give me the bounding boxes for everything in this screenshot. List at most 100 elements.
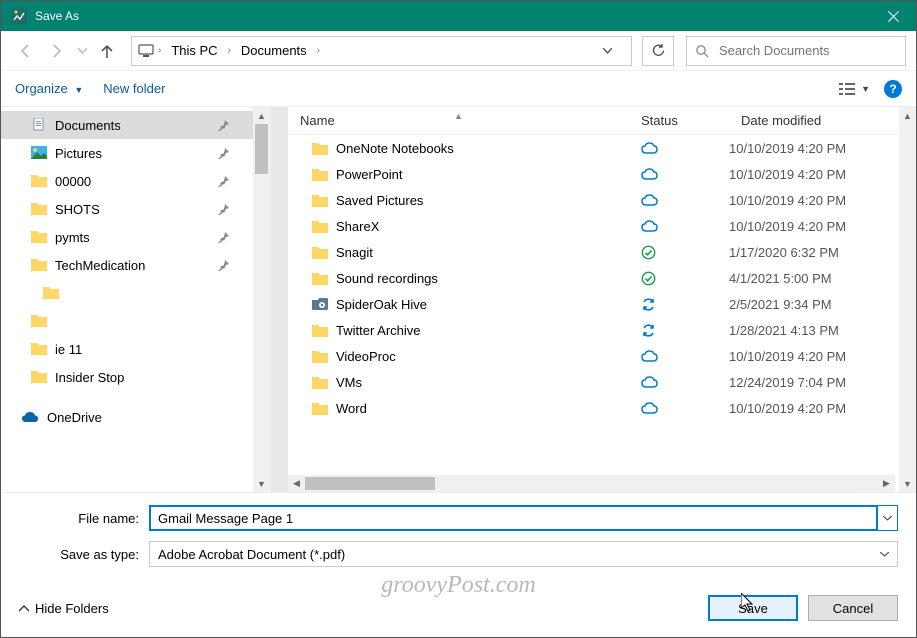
file-name: Snagit [336,245,373,260]
up-button[interactable] [93,37,121,65]
file-name: SpiderOak Hive [336,297,427,312]
col-name[interactable]: ▲ Name [288,113,629,128]
sidebar-item[interactable] [1,279,253,307]
date-modified: 10/10/2019 4:20 PM [729,167,899,182]
pin-icon [218,232,229,243]
table-row[interactable]: SpiderOak Hive 2/5/2021 9:34 PM [288,291,899,317]
sidebar-scrollbar[interactable]: ▲ ▼ [253,107,270,492]
sidebar-item[interactable]: TechMedication [1,251,253,279]
sidebar-item-onedrive[interactable]: OneDrive [1,403,253,431]
table-row[interactable]: Saved Pictures 10/10/2019 4:20 PM [288,187,899,213]
cancel-button[interactable]: Cancel [808,595,898,621]
date-modified: 1/17/2020 6:32 PM [729,245,899,260]
sidebar-item-label: Documents [55,118,121,133]
col-status[interactable]: Status [629,113,729,128]
sidebar-item[interactable]: 00000 [1,167,253,195]
pictures-icon [31,146,47,160]
folder-icon [312,350,328,363]
sidebar-item[interactable]: ie 11 [1,335,253,363]
scroll-right-icon[interactable]: ▶ [878,475,895,492]
date-modified: 10/10/2019 4:20 PM [729,193,899,208]
chevron-right-icon: › [228,45,231,56]
file-name-label: File name: [19,511,149,526]
file-name: VMs [336,375,362,390]
sort-indicator-icon: ▲ [454,111,463,121]
hide-folders-button[interactable]: Hide Folders [19,601,109,616]
table-row[interactable]: VMs12/24/2019 7:04 PM [288,369,899,395]
folder-icon [31,174,47,188]
save-as-type-select[interactable]: Adobe Acrobat Document (*.pdf) [149,541,898,567]
nav-bar: › This PC › Documents › [1,31,916,71]
file-name-dropdown[interactable] [878,505,898,531]
forward-button[interactable] [43,37,71,65]
sidebar-item-label: TechMedication [55,258,145,273]
sidebar-item-label: 00000 [55,174,91,189]
sidebar-item[interactable] [1,307,253,335]
table-row[interactable]: Snagit 1/17/2020 6:32 PM [288,239,899,265]
folder-icon [312,246,328,259]
refresh-button[interactable] [642,36,674,66]
address-dropdown[interactable] [603,48,625,54]
search-input[interactable] [717,42,897,59]
content-area: Documents Pictures 00000 SHOTS pymts TechMedi… [1,107,916,492]
breadcrumb-this-pc[interactable]: This PC [165,41,223,60]
sidebar-item[interactable]: Pictures [1,139,253,167]
h-scrollbar[interactable]: ◀ ▶ [288,475,895,492]
table-row[interactable]: PowerPoint10/10/2019 4:20 PM [288,161,899,187]
date-modified: 2/5/2021 9:34 PM [729,297,899,312]
scroll-left-icon[interactable]: ◀ [288,475,305,492]
sidebar-item[interactable]: pymts [1,223,253,251]
table-row[interactable]: Word10/10/2019 4:20 PM [288,395,899,421]
file-name: Word [336,401,367,416]
scroll-down-icon[interactable]: ▼ [899,475,916,492]
scroll-up-icon[interactable]: ▲ [253,107,270,124]
date-modified: 10/10/2019 4:20 PM [729,219,899,234]
pin-icon [218,120,229,131]
sidebar-item-label: pymts [55,230,90,245]
chevron-down-icon: ▼ [861,84,870,94]
document-icon [31,118,47,132]
splitter[interactable] [271,107,288,492]
status-icon [641,297,656,312]
scroll-thumb[interactable] [255,124,268,174]
table-row[interactable]: Sound recordings4/1/2021 5:00 PM [288,265,899,291]
save-button[interactable]: Save [708,595,798,621]
pin-icon [218,176,229,187]
help-button[interactable]: ? [884,80,902,98]
table-row[interactable]: ShareX10/10/2019 4:20 PM [288,213,899,239]
file-name-input[interactable] [149,505,878,531]
folder-icon [31,370,47,384]
col-date[interactable]: Date modified [729,113,899,128]
table-row[interactable]: OneNote Notebooks10/10/2019 4:20 PM [288,135,899,161]
scroll-down-icon[interactable]: ▼ [253,475,270,492]
file-name: Saved Pictures [336,193,423,208]
back-button[interactable] [11,37,39,65]
search-box[interactable] [686,36,906,66]
recent-dropdown[interactable] [75,37,89,65]
file-rows: OneNote Notebooks10/10/2019 4:20 PMPower… [288,135,899,471]
table-row[interactable]: VideoProc10/10/2019 4:20 PM [288,343,899,369]
status-icon [641,376,658,388]
sidebar-item[interactable]: Insider Stop [1,363,253,391]
save-as-dialog: Save As › This PC › Documents › [0,0,917,638]
breadcrumb-documents[interactable]: Documents [235,41,313,60]
folder-icon [312,272,328,285]
new-folder-button[interactable]: New folder [103,81,165,96]
v-scrollbar[interactable]: ▲ ▼ [899,107,916,492]
sidebar-item-label: Pictures [55,146,102,161]
scroll-thumb[interactable] [305,477,435,490]
status-icon [641,168,658,180]
date-modified: 10/10/2019 4:20 PM [729,349,899,364]
onedrive-icon [21,411,39,423]
window-title: Save As [35,9,871,23]
pc-icon [138,44,154,58]
scroll-up-icon[interactable]: ▲ [899,107,916,124]
close-button[interactable] [871,1,916,31]
view-options[interactable]: ▼ [839,82,870,96]
table-row[interactable]: Twitter Archive1/28/2021 4:13 PM [288,317,899,343]
sidebar-item[interactable]: SHOTS [1,195,253,223]
chevron-right-icon: › [158,45,161,56]
address-bar[interactable]: › This PC › Documents › [131,36,632,66]
organize-menu[interactable]: Organize ▼ [15,81,83,96]
sidebar-item[interactable]: Documents [1,111,253,139]
